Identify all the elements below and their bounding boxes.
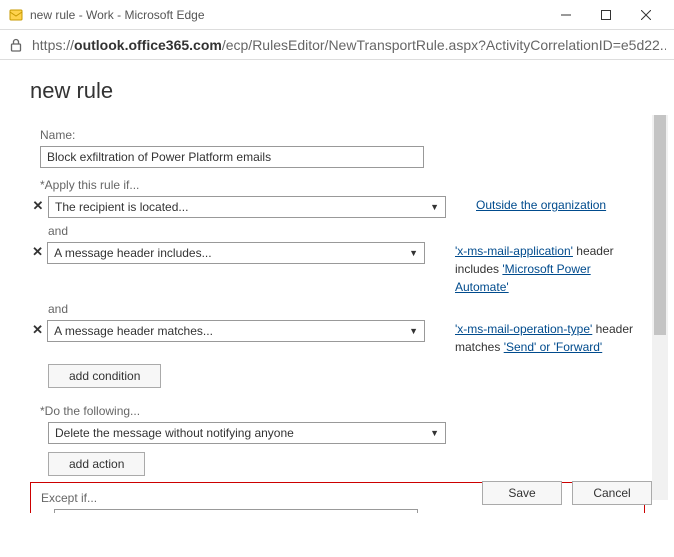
save-button[interactable]: Save bbox=[482, 481, 562, 505]
footer-buttons: Save Cancel bbox=[482, 481, 652, 505]
maximize-button[interactable] bbox=[586, 1, 626, 29]
cancel-button[interactable]: Cancel bbox=[572, 481, 652, 505]
condition-dropdown[interactable]: A message header matches... ▼ bbox=[47, 320, 425, 342]
app-favicon bbox=[8, 7, 24, 23]
remove-condition-icon[interactable]: ✕ bbox=[30, 320, 45, 340]
apply-if-label: *Apply this rule if... bbox=[40, 178, 645, 192]
chevron-down-icon: ▼ bbox=[409, 326, 418, 336]
condition-dropdown[interactable]: A message header includes... ▼ bbox=[47, 242, 425, 264]
condition-dropdown[interactable]: The recipient is located... ▼ bbox=[48, 196, 446, 218]
action-row: Delete the message without notifying any… bbox=[48, 422, 645, 444]
page-content: new rule Name: *Apply this rule if... ✕ … bbox=[0, 60, 674, 517]
condition-link[interactable]: 'x-ms-mail-application' bbox=[455, 244, 573, 258]
dropdown-text: The recipient is located... bbox=[55, 200, 188, 214]
remove-exception-icon[interactable]: ✕ bbox=[37, 509, 52, 513]
lock-icon bbox=[8, 37, 24, 53]
add-action-button[interactable]: add action bbox=[48, 452, 145, 476]
chevron-down-icon: ▼ bbox=[430, 202, 439, 212]
do-following-label: *Do the following... bbox=[40, 404, 645, 418]
chevron-down-icon: ▼ bbox=[430, 428, 439, 438]
and-label: and bbox=[48, 302, 645, 316]
condition-detail: 'x-ms-mail-application' header includes … bbox=[455, 242, 645, 296]
action-dropdown[interactable]: Delete the message without notifying any… bbox=[48, 422, 446, 444]
condition-row: ✕ The recipient is located... ▼ Outside … bbox=[30, 196, 645, 218]
name-label: Name: bbox=[40, 128, 645, 142]
condition-detail: Outside the organization bbox=[476, 196, 606, 214]
url-path: /ecp/RulesEditor/NewTransportRule.aspx?A… bbox=[222, 37, 666, 53]
form-area: Name: *Apply this rule if... ✕ The recip… bbox=[30, 128, 665, 513]
url-text[interactable]: https://outlook.office365.com/ecp/RulesE… bbox=[32, 37, 666, 53]
address-bar: https://outlook.office365.com/ecp/RulesE… bbox=[0, 30, 674, 60]
exception-link[interactable]: 'x-ms-mail-application' bbox=[448, 511, 566, 513]
condition-link[interactable]: 'x-ms-mail-operation-type' bbox=[455, 322, 592, 336]
condition-link[interactable]: Outside the organization bbox=[476, 198, 606, 212]
exception-row: ✕ A message header includes... ▼ 'x-ms-m… bbox=[37, 509, 638, 513]
dropdown-text: A message header matches... bbox=[54, 324, 213, 338]
exception-detail: 'x-ms-mail-application' header includes … bbox=[448, 509, 638, 513]
window-titlebar: new rule - Work - Microsoft Edge bbox=[0, 0, 674, 30]
condition-detail: 'x-ms-mail-operation-type' header matche… bbox=[455, 320, 645, 356]
url-prefix: https:// bbox=[32, 37, 74, 53]
exception-dropdown[interactable]: A message header includes... ▼ bbox=[54, 509, 418, 513]
remove-condition-icon[interactable]: ✕ bbox=[30, 196, 46, 216]
url-host: outlook.office365.com bbox=[74, 37, 222, 53]
dropdown-text: A message header includes... bbox=[54, 246, 211, 260]
add-condition-button[interactable]: add condition bbox=[48, 364, 161, 388]
window-title: new rule - Work - Microsoft Edge bbox=[30, 8, 546, 22]
rule-name-input[interactable] bbox=[40, 146, 424, 168]
condition-link[interactable]: 'Send' or 'Forward' bbox=[504, 340, 603, 354]
condition-row: ✕ A message header matches... ▼ 'x-ms-ma… bbox=[30, 320, 645, 356]
condition-row: ✕ A message header includes... ▼ 'x-ms-m… bbox=[30, 242, 645, 296]
page-heading: new rule bbox=[30, 78, 644, 104]
and-label: and bbox=[48, 224, 645, 238]
close-button[interactable] bbox=[626, 1, 666, 29]
minimize-button[interactable] bbox=[546, 1, 586, 29]
dropdown-text: Delete the message without notifying any… bbox=[55, 426, 294, 440]
remove-condition-icon[interactable]: ✕ bbox=[30, 242, 45, 262]
window-controls bbox=[546, 1, 666, 29]
chevron-down-icon: ▼ bbox=[409, 248, 418, 258]
